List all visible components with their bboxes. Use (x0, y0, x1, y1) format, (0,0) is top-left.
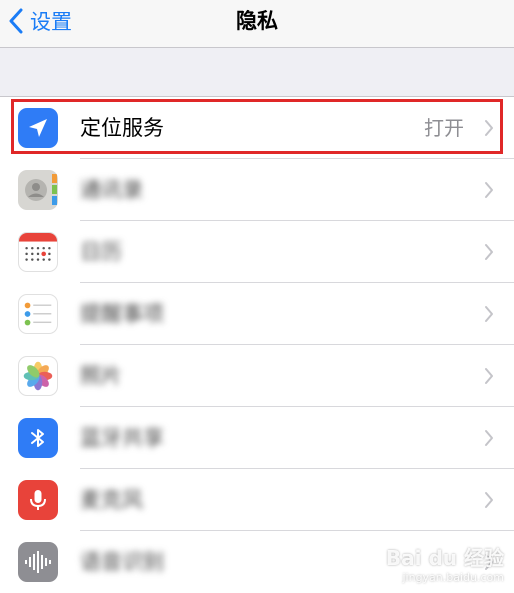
chevron-right-icon (485, 368, 493, 384)
chevron-right-icon (485, 182, 493, 198)
page-title: 隐私 (236, 9, 278, 33)
navigation-bar: 设置 隐私 (0, 0, 514, 48)
microphone-icon (18, 480, 58, 520)
chevron-right-icon (485, 244, 493, 260)
row-label: 语音识别 (80, 550, 164, 574)
row-photos[interactable]: 照片 (0, 345, 514, 407)
row-label: 照片 (80, 364, 122, 388)
chevron-right-icon (485, 120, 493, 136)
row-contacts[interactable]: 通讯录 (0, 159, 514, 221)
row-label: 提醒事项 (80, 302, 164, 326)
row-calendar[interactable]: 日历 (0, 221, 514, 283)
row-bluetooth-sharing[interactable]: 蓝牙共享 (0, 407, 514, 469)
watermark: Bai du 经验 jingyan.baidu.com (386, 542, 504, 584)
bluetooth-icon (18, 418, 58, 458)
watermark-url: jingyan.baidu.com (402, 571, 504, 584)
calendar-icon (18, 232, 58, 272)
location-arrow-icon (18, 108, 58, 148)
reminders-icon (18, 294, 58, 334)
contacts-icon (18, 170, 58, 210)
row-label: 蓝牙共享 (80, 426, 164, 450)
row-reminders[interactable]: 提醒事项 (0, 283, 514, 345)
row-label: 通讯录 (80, 178, 143, 202)
chevron-right-icon (485, 306, 493, 322)
photos-icon (18, 356, 58, 396)
row-label: 定位服务 (80, 116, 164, 140)
watermark-main: Bai du 经验 (385, 546, 504, 570)
chevron-right-icon (485, 492, 493, 508)
row-location-services[interactable]: 定位服务 打开 (0, 97, 514, 159)
row-label: 日历 (80, 240, 122, 264)
speech-recognition-icon (18, 542, 58, 582)
row-value: 打开 (424, 116, 464, 140)
chevron-right-icon (485, 430, 493, 446)
row-label: 麦克风 (80, 488, 143, 512)
row-microphone[interactable]: 麦克风 (0, 469, 514, 531)
privacy-settings-list: 定位服务 打开 通讯录 日历 提醒事项 照片 蓝牙共享 麦克风 语音识别 (0, 96, 514, 593)
